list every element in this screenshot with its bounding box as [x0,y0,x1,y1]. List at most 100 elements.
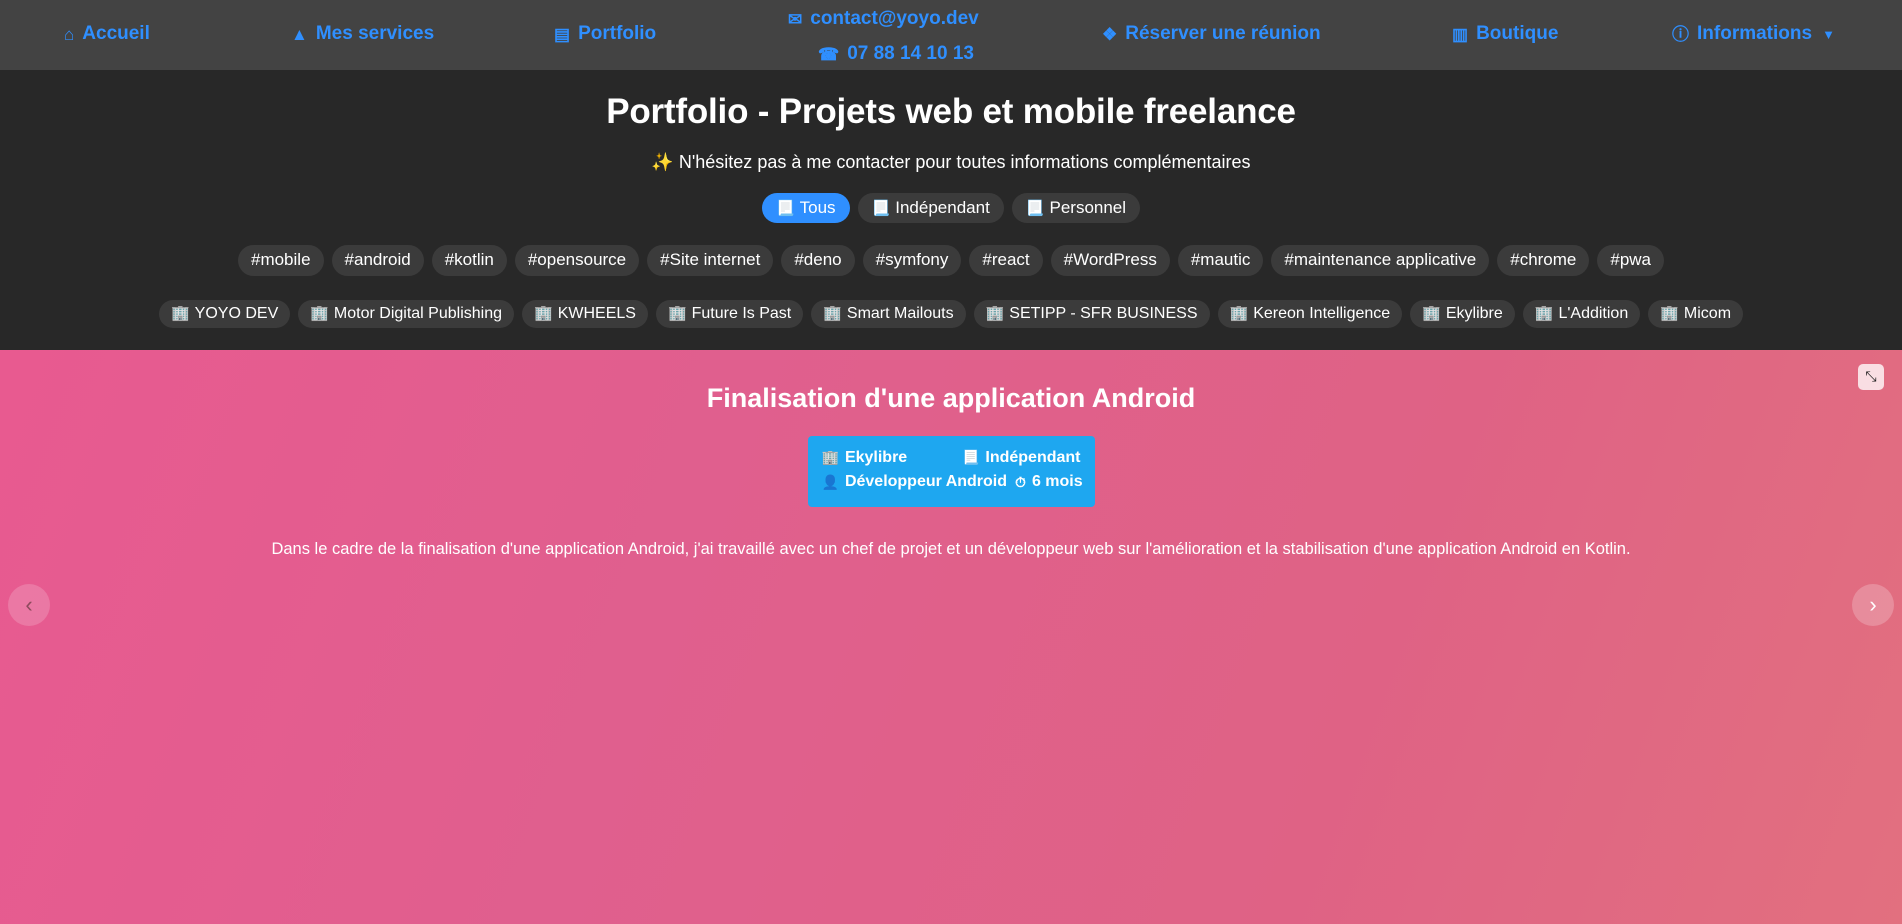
project-role: 👤 Développeur Android [822,470,1008,495]
tag-chip[interactable]: #react [969,245,1043,277]
tag-chip[interactable]: #maintenance applicative [1271,245,1490,277]
tag-chip[interactable]: #WordPress [1050,245,1170,277]
project-description: Dans le cadre de la finalisation d'une a… [271,540,1631,559]
services-icon: ▲ [291,24,308,44]
filter-chip-label: Personnel [1049,197,1127,217]
nav-item-label: Mes services [315,23,435,44]
company-chip[interactable]: 🏢 Future Is Past [655,300,804,328]
nav-item-mes-services[interactable]: ▲ Mes services [291,23,434,45]
company-chip[interactable]: 🏢 Kereon Intelligence [1217,300,1403,328]
tag-chip[interactable]: #android [331,245,424,277]
document-icon: 📃 [871,199,891,217]
carousel-next-button[interactable]: › [1852,583,1894,626]
building-icon: 🏢 [310,305,329,323]
tag-chip[interactable]: #pwa [1597,245,1665,277]
chevron-down-icon: ▼ [1822,26,1835,42]
nav-item-label: Boutique [1476,23,1559,44]
company-chip[interactable]: 🏢 Smart Mailouts [811,300,966,328]
mail-icon: ✉ [788,9,803,29]
hero-section: Portfolio - Projets web et mobile freela… [0,70,1902,350]
nav-item-label: 07 88 14 10 13 [847,43,974,64]
company-chip[interactable]: 🏢 KWHEELS [522,300,648,328]
company-chip-label: Kereon Intelligence [1253,305,1391,323]
nav-item-portfolio[interactable]: ▤ Portfolio [554,23,656,45]
project-carousel-slide: ⤡ Finalisation d'une application Android… [0,349,1902,924]
project-role-label: Développeur Android [844,473,1008,491]
project-meta-card: 🏢 Ekylibre 📃 Indépendant 👤 Développeur A… [807,435,1095,508]
nav-item-label: Portfolio [578,23,657,44]
filter-chip-indpendant[interactable]: 📃 Indépendant [857,192,1004,224]
calendar-layers-icon: ❖ [1102,24,1118,44]
tag-chip[interactable]: #mobile [237,245,324,277]
company-chip[interactable]: 🏢 Micom [1648,300,1744,328]
hero-subtitle-text: N'hésitez pas à me contacter pour toutes… [678,151,1251,172]
project-type-label: Indépendant [985,448,1081,466]
tag-chip[interactable]: #symfony [862,245,962,277]
tag-chip[interactable]: #chrome [1497,245,1590,277]
company-chip-label: Future Is Past [691,305,792,323]
nav-item-reserver-reunion[interactable]: ❖ Réserver une réunion [1102,23,1321,45]
filter-chip-label: Tous [799,197,836,217]
building-icon: 🏢 [985,305,1005,323]
project-meta-row-2: 👤 Développeur Android ⏱ 6 mois [822,470,1083,495]
tag-chip[interactable]: #opensource [514,245,640,277]
document-icon: 📃 [1025,199,1045,217]
project-company: 🏢 Ekylibre [822,446,908,471]
phone-icon: ☎ [818,44,840,64]
building-icon: 🏢 [823,305,842,323]
project-type: 📃 Indépendant [962,446,1081,471]
tag-chip[interactable]: #mautic [1177,245,1264,277]
document-icon: 📃 [961,449,980,466]
project-duration: ⏱ 6 mois [1015,470,1083,495]
filter-chip-personnel[interactable]: 📃 Personnel [1011,192,1141,224]
filter-chip-label: Indépendant [895,197,990,217]
shop-icon: ▥ [1452,24,1469,44]
expand-fullscreen-button[interactable]: ⤡ [1858,363,1884,390]
home-icon: ⌂ [64,24,75,44]
company-chip-row: 🏢 YOYO DEV 🏢 Motor Digital Publishing 🏢 KWHEE… [0,300,1902,328]
tag-chip[interactable]: #deno [781,245,855,277]
building-icon: 🏢 [667,305,687,323]
building-icon: 🏢 [1534,305,1554,323]
nav-item-phone[interactable]: ☎ 07 88 14 10 13 [818,43,974,65]
company-chip[interactable]: 🏢 Motor Digital Publishing [298,300,514,328]
stopwatch-icon: ⏱ [1015,474,1026,490]
nav-item-label: Accueil [82,23,150,44]
company-chip[interactable]: 🏢 L'Addition [1522,300,1641,328]
company-chip-label: SETIPP - SFR BUSINESS [1009,305,1198,323]
carousel-prev-button[interactable]: ‹ [8,583,50,626]
tag-chip-row: #mobile #android #kotlin #opensource #Site i… [0,245,1902,277]
company-chip-label: Micom [1683,305,1732,323]
hero-subtitle: ✨ N'hésitez pas à me contacter pour toute… [0,152,1902,173]
company-chip[interactable]: 🏢 SETIPP - SFR BUSINESS [973,300,1210,328]
building-icon: 🏢 [1660,305,1679,323]
project-title: Finalisation d'une application Android [706,382,1196,413]
nav-item-accueil[interactable]: ⌂ Accueil [64,23,150,45]
page-title: Portfolio - Projets web et mobile freela… [606,92,1296,131]
nav-item-label: Réserver une réunion [1125,23,1321,44]
sparkles-icon: ✨ [651,151,674,172]
company-chip-label: YOYO DEV [194,305,279,323]
tag-chip[interactable]: #Site internet [647,245,774,277]
filter-chip-row: 📃 Tous 📃 Indépendant 📃 Personnel [0,192,1902,224]
top-navigation-bar: ⌂ Accueil ▲ Mes services ▤ Portfolio ✉ c… [0,0,1902,70]
nav-item-boutique[interactable]: ▥ Boutique [1452,23,1558,45]
document-icon: 📃 [775,199,795,217]
building-icon: 🏢 [1422,305,1441,323]
company-chip-label: Smart Mailouts [846,305,954,323]
nav-item-label: Informations [1697,23,1813,44]
filter-chip-tous[interactable]: 📃 Tous [761,192,850,224]
person-icon: 👤 [821,474,839,490]
company-chip-label: Ekylibre [1445,305,1503,323]
tag-chip[interactable]: #kotlin [431,245,507,277]
company-chip[interactable]: 🏢 YOYO DEV [158,300,291,328]
nav-item-contact-email[interactable]: ✉ contact@yoyo.dev [788,8,979,30]
nav-item-informations[interactable]: ⓘ Informations ▼ [1672,23,1835,45]
company-chip-label: KWHEELS [557,305,636,323]
company-chip[interactable]: 🏢 Ekylibre [1410,300,1515,328]
building-icon: 🏢 [534,305,553,323]
info-icon: ⓘ [1672,24,1689,44]
building-icon: 🏢 [170,305,190,323]
company-chip-label: L'Addition [1558,305,1629,323]
project-meta-row-1: 🏢 Ekylibre 📃 Indépendant [822,446,1081,471]
